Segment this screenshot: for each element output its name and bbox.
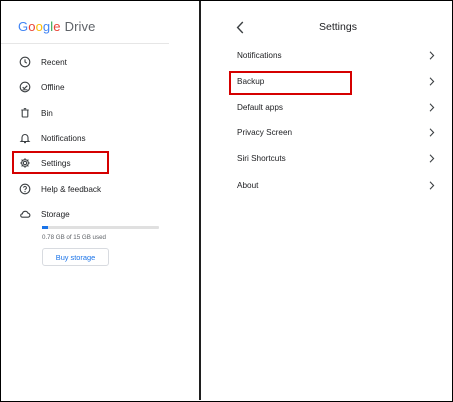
drawer-divider [1,43,169,44]
settings-row-label: Notifications [237,50,282,60]
drawer-item-label: Storage [41,209,70,219]
settings-row-label: About [237,180,259,190]
help-icon [18,182,32,196]
settings-row-label: Siri Shortcuts [237,153,286,163]
back-button[interactable] [236,19,250,35]
settings-row-label: Default apps [237,102,283,112]
bell-icon [18,131,32,145]
clock-icon [18,55,32,69]
buy-storage-button[interactable]: Buy storage [42,248,109,266]
drawer-item-offline[interactable]: Offline [13,76,173,98]
bin-icon [18,106,32,120]
drawer-item-label: Offline [41,82,65,92]
storage-progress-bar [42,226,159,229]
drawer-item-bin[interactable]: Bin [13,102,173,124]
google-drive-logo: Go o g l e Drive [18,19,96,34]
drawer-item-recent[interactable]: Recent [13,51,173,73]
chevron-right-icon [429,50,437,60]
drawer-item-label: Help & feedback [41,184,102,194]
drive-drawer: Go o g l e Drive Recent Offline Bin Notificat… [1,1,198,400]
settings-panel: Settings Notifications Backup Default ap… [201,1,452,400]
chevron-left-icon [236,21,244,33]
backup-highlight-box [229,71,352,95]
settings-highlight-box [12,151,109,174]
settings-row-privacy-screen[interactable]: Privacy Screen [237,122,437,142]
storage-progress-fill [42,226,49,229]
chevron-right-icon [429,76,437,86]
chevron-right-icon [429,180,437,190]
storage-usage-text: 0.78 GB of 15 GB used [42,234,106,241]
drawer-item-label: Bin [41,108,53,118]
chevron-right-icon [429,127,437,137]
chevron-right-icon [429,153,437,163]
page-title: Settings [319,21,357,33]
settings-row-siri-shortcuts[interactable]: Siri Shortcuts [237,148,437,168]
settings-row-label: Privacy Screen [237,127,293,137]
drawer-item-label: Notifications [41,133,86,143]
drawer-item-label: Recent [41,57,67,67]
offline-check-icon [18,80,32,94]
cloud-icon [18,207,32,221]
settings-row-about[interactable]: About [237,175,437,195]
drawer-item-notifications[interactable]: Notifications [13,127,173,149]
settings-row-notifications[interactable]: Notifications [237,45,437,65]
chevron-right-icon [429,102,437,112]
drawer-item-storage[interactable]: Storage [13,203,173,225]
drawer-item-help-feedback[interactable]: Help & feedback [13,178,173,200]
settings-row-default-apps[interactable]: Default apps [237,97,437,117]
